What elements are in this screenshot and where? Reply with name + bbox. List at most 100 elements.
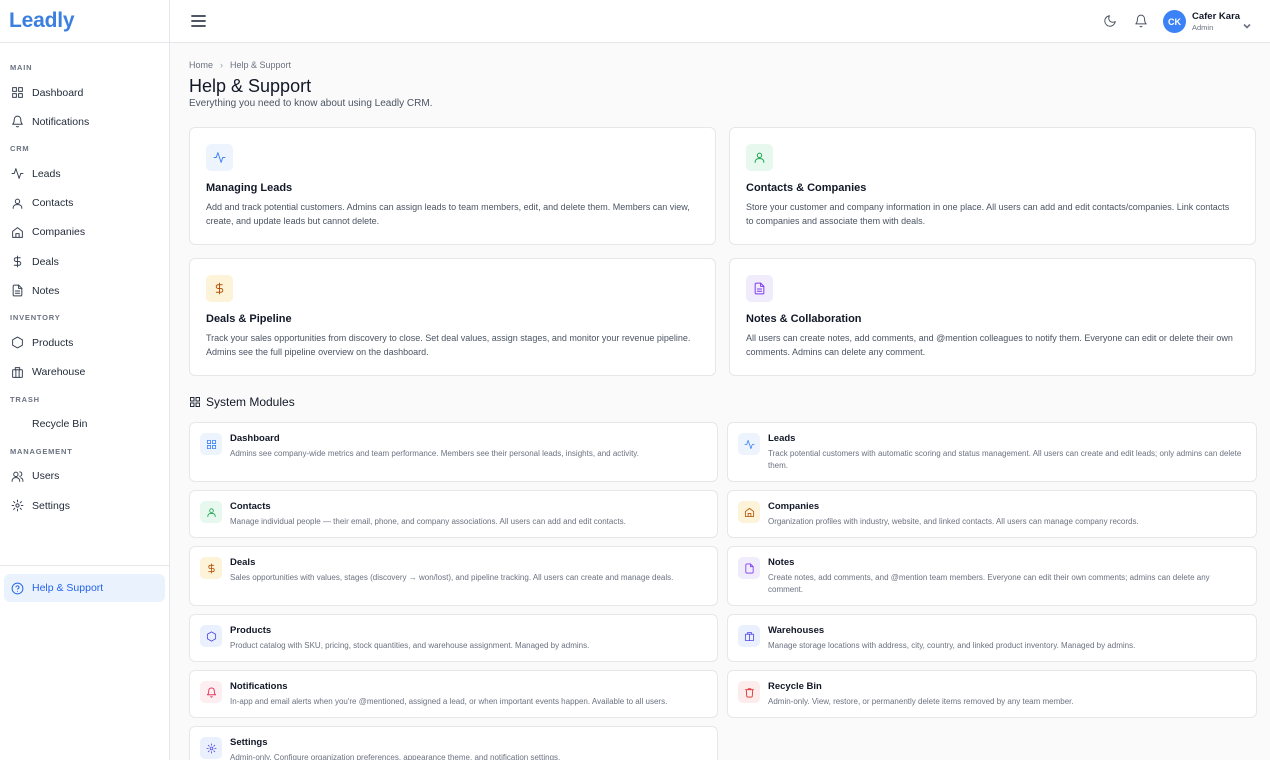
- sidebar-item-label: Deals: [32, 255, 59, 268]
- user-icon: [206, 507, 216, 517]
- card-title: Deals & Pipeline: [206, 313, 292, 325]
- user-icon: [12, 198, 23, 209]
- nav-section-crm: CRM: [10, 144, 30, 154]
- sidebar-item-label: Leads: [32, 167, 61, 180]
- sidebar-item-warehouse[interactable]: Warehouse: [0, 358, 169, 387]
- module-description: Admin-only. View, restore, or permanentl…: [768, 697, 1074, 706]
- bell-icon: [1135, 14, 1147, 28]
- nav-section-trash: TRASH: [10, 394, 40, 404]
- page-title: Help & Support: [189, 76, 312, 96]
- module-title: Notes: [768, 557, 795, 568]
- breadcrumb: Home › Help & Support: [189, 60, 291, 70]
- file-icon: [744, 563, 754, 573]
- module-title: Settings: [230, 737, 268, 748]
- module-card-dashboard: Dashboard Admins see company-wide metric…: [189, 422, 718, 482]
- sidebar-item-users[interactable]: Users: [0, 462, 169, 491]
- avatar[interactable]: CK: [1163, 10, 1186, 33]
- sidebar-item-products[interactable]: Products: [0, 328, 169, 357]
- breadcrumb-current: Help & Support: [230, 60, 292, 70]
- module-icon: [738, 433, 760, 455]
- dollar-icon: [13, 255, 22, 268]
- topbar: CK Cafer Kara Admin: [170, 0, 1270, 43]
- module-icon: [738, 681, 760, 703]
- module-card-deals: Deals Sales opportunities with values, s…: [189, 546, 718, 606]
- help-card-contacts: Contacts & Companies Store your customer…: [729, 127, 1256, 245]
- sidebar-item-companies[interactable]: Companies: [0, 218, 169, 247]
- gear-icon: [206, 743, 216, 753]
- sidebar-item-label: Products: [32, 336, 74, 349]
- sidebar-item-recycle-bin[interactable]: Recycle Bin: [0, 410, 169, 439]
- sidebar-item-label: Notes: [32, 284, 60, 297]
- breadcrumb-home[interactable]: Home: [189, 60, 213, 70]
- activity-icon: [213, 152, 226, 163]
- sidebar-item-label: Users: [32, 470, 60, 483]
- sidebar-item-label: Settings: [32, 499, 70, 512]
- breadcrumb-separator-icon: ›: [220, 60, 224, 70]
- sidebar: Leadly MAIN Dashboard Notifications CRM …: [0, 0, 170, 760]
- dollar-icon: [215, 282, 224, 295]
- module-title: Leads: [768, 433, 796, 444]
- user-role: Admin: [1192, 23, 1214, 32]
- card-icon: [206, 144, 233, 171]
- grid-icon: [12, 87, 23, 98]
- menu-toggle-button[interactable]: [191, 14, 206, 28]
- sidebar-item-settings[interactable]: Settings: [0, 491, 169, 520]
- module-description: Manage individual people — their email, …: [230, 517, 626, 526]
- app-logo[interactable]: Leadly: [9, 9, 75, 33]
- card-title: Contacts & Companies: [746, 182, 867, 194]
- card-description: Store your customer and company informat…: [746, 202, 1230, 226]
- nav-section-inventory: INVENTORY: [10, 313, 61, 323]
- module-card-products: Products Product catalog with SKU, prici…: [189, 614, 718, 662]
- sidebar-item-notifications[interactable]: Notifications: [0, 107, 169, 136]
- module-card-leads: Leads Track potential customers with aut…: [727, 422, 1257, 482]
- module-card-warehouses: Warehouses Manage storage locations with…: [727, 614, 1257, 662]
- activity-icon: [744, 439, 754, 449]
- gear-icon: [11, 499, 24, 512]
- trash-icon: [744, 687, 754, 697]
- user-menu-button[interactable]: [1243, 17, 1251, 29]
- home-icon: [744, 507, 754, 517]
- dollar-icon: [207, 563, 215, 573]
- bell-icon: [206, 687, 216, 697]
- bell-icon: [12, 115, 23, 128]
- home-icon: [12, 226, 23, 238]
- module-title: Deals: [230, 557, 256, 568]
- users-icon: [11, 471, 24, 482]
- sidebar-item-leads[interactable]: Leads: [0, 159, 169, 188]
- sidebar-item-label: Companies: [32, 226, 86, 239]
- module-icon: [200, 625, 222, 647]
- module-icon: [738, 557, 760, 579]
- grid-icon: [206, 439, 216, 449]
- module-title: Notifications: [230, 681, 288, 692]
- theme-toggle-button[interactable]: [1103, 14, 1117, 28]
- file-text-icon: [12, 284, 23, 297]
- module-card-contacts: Contacts Manage individual people — thei…: [189, 490, 718, 538]
- system-modules-heading: System Modules: [189, 395, 295, 409]
- sidebar-item-dashboard[interactable]: Dashboard: [0, 78, 169, 107]
- sidebar-item-label: Dashboard: [32, 86, 84, 99]
- module-title: Recycle Bin: [768, 681, 822, 692]
- module-description: Organization profiles with industry, web…: [768, 517, 1139, 526]
- sidebar-item-notes[interactable]: Notes: [0, 276, 169, 305]
- module-description: Create notes, add comments, and @mention…: [768, 573, 1210, 594]
- sidebar-item-contacts[interactable]: Contacts: [0, 189, 169, 218]
- sidebar-item-deals[interactable]: Deals: [0, 247, 169, 276]
- module-card-companies: Companies Organization profiles with ind…: [727, 490, 1257, 538]
- notifications-button[interactable]: [1134, 14, 1148, 28]
- module-title: Companies: [768, 501, 820, 512]
- card-title: Managing Leads: [206, 182, 293, 194]
- module-description: In-app and email alerts when you're @men…: [230, 697, 668, 706]
- module-description: Product catalog with SKU, pricing, stock…: [230, 641, 590, 650]
- module-description: Sales opportunities with values, stages …: [230, 573, 674, 582]
- card-description: Add and track potential customers. Admin…: [206, 202, 690, 226]
- help-card-deals: Deals & Pipeline Track your sales opport…: [189, 258, 716, 376]
- module-card-recycle-bin: Recycle Bin Admin-only. View, restore, o…: [727, 670, 1257, 718]
- card-icon: [206, 275, 233, 302]
- file-icon: [754, 282, 765, 295]
- nav-section-management: MANAGEMENT: [10, 446, 73, 456]
- module-card-notifications: Notifications In-app and email alerts wh…: [189, 670, 718, 718]
- module-icon: [738, 625, 760, 647]
- user-name[interactable]: Cafer Kara: [1192, 11, 1240, 22]
- warehouse-icon: [12, 366, 23, 378]
- sidebar-item-help[interactable]: Help & Support: [4, 574, 165, 602]
